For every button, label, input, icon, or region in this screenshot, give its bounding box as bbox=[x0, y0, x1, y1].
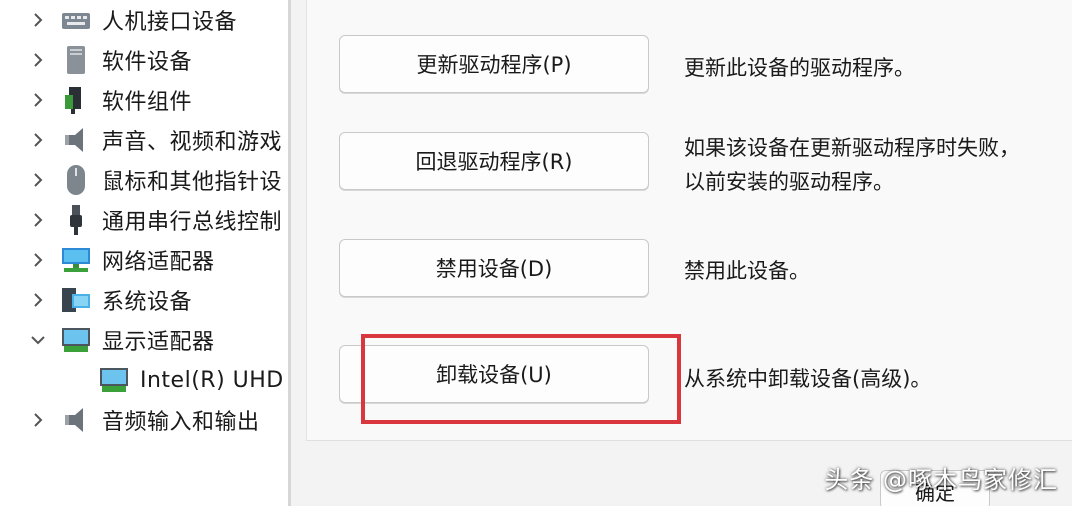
hid-icon bbox=[60, 4, 92, 36]
chevron-right-icon[interactable] bbox=[28, 210, 48, 230]
tree-item-intel-uhd[interactable]: Intel(R) UHD bbox=[0, 360, 290, 400]
tree-item-label: 系统设备 bbox=[102, 290, 193, 315]
tree-item-label: 音频输入和输出 bbox=[102, 410, 260, 435]
chevron-right-icon[interactable] bbox=[28, 250, 48, 270]
tree-item-system-device[interactable]: 系统设备 bbox=[0, 280, 290, 320]
software-component-icon bbox=[60, 84, 92, 116]
chevron-right-icon[interactable] bbox=[28, 170, 48, 190]
chevron-right-icon[interactable] bbox=[28, 10, 48, 30]
tree-item-label: 软件组件 bbox=[102, 90, 193, 115]
network-adapter-icon bbox=[60, 244, 92, 276]
update-driver-button[interactable]: 更新驱动程序(P) bbox=[339, 35, 649, 93]
rollback-driver-button[interactable]: 回退驱动程序(R) bbox=[339, 132, 649, 190]
mouse-icon bbox=[60, 164, 92, 196]
tree-item-label: 通用串行总线控制 bbox=[102, 210, 283, 235]
tree-item-label: Intel(R) UHD bbox=[140, 367, 284, 393]
rollback-driver-description-line2: 以前安装的驱动程序。 bbox=[684, 170, 894, 194]
chevron-right-icon[interactable] bbox=[28, 50, 48, 70]
device-tree: 人机接口设备 软件设备 软件组件 声音、视频和游戏 鼠标和其他指针设 通用串行总… bbox=[0, 0, 290, 506]
tree-item-label: 软件设备 bbox=[102, 50, 193, 75]
speaker-icon bbox=[60, 124, 92, 156]
tree-item-network-adapter[interactable]: 网络适配器 bbox=[0, 240, 290, 280]
rollback-driver-description-line1: 如果该设备在更新驱动程序时失败， bbox=[684, 136, 1020, 160]
highlight-box bbox=[361, 334, 681, 424]
tree-item-usb[interactable]: 通用串行总线控制 bbox=[0, 200, 290, 240]
chevron-right-icon[interactable] bbox=[28, 290, 48, 310]
chevron-right-icon[interactable] bbox=[28, 130, 48, 150]
system-device-icon bbox=[60, 284, 92, 316]
usb-icon bbox=[60, 204, 92, 236]
speaker-icon bbox=[60, 404, 92, 436]
tree-item-mouse[interactable]: 鼠标和其他指针设 bbox=[0, 160, 290, 200]
tree-item-software-device[interactable]: 软件设备 bbox=[0, 40, 290, 80]
uninstall-device-description: 从系统中卸载设备(高级)。 bbox=[684, 367, 932, 391]
chevron-right-icon[interactable] bbox=[28, 410, 48, 430]
tree-item-software-component[interactable]: 软件组件 bbox=[0, 80, 290, 120]
display-adapter-icon bbox=[98, 364, 130, 396]
tree-item-label: 声音、视频和游戏 bbox=[102, 130, 283, 155]
tree-item-label: 网络适配器 bbox=[102, 250, 215, 275]
tree-item-display-adapter[interactable]: 显示适配器 bbox=[0, 320, 290, 360]
disable-device-description: 禁用此设备。 bbox=[684, 259, 810, 283]
tree-item-hid[interactable]: 人机接口设备 bbox=[0, 0, 290, 40]
tree-item-label: 人机接口设备 bbox=[102, 10, 238, 35]
tree-item-sound-video[interactable]: 声音、视频和游戏 bbox=[0, 120, 290, 160]
update-driver-description: 更新此设备的驱动程序。 bbox=[684, 56, 915, 80]
tree-item-label: 鼠标和其他指针设 bbox=[102, 170, 283, 195]
disable-device-button[interactable]: 禁用设备(D) bbox=[339, 239, 649, 297]
tree-item-audio-io[interactable]: 音频输入和输出 bbox=[0, 400, 290, 440]
watermark: 头条 @啄木鸟家修汇 bbox=[824, 465, 1058, 494]
software-device-icon bbox=[60, 44, 92, 76]
display-adapter-icon bbox=[60, 324, 92, 356]
device-manager-window: 人机接口设备 软件设备 软件组件 声音、视频和游戏 鼠标和其他指针设 通用串行总… bbox=[0, 0, 1072, 506]
chevron-right-icon[interactable] bbox=[28, 90, 48, 110]
tree-item-label: 显示适配器 bbox=[102, 330, 215, 355]
chevron-down-icon[interactable] bbox=[28, 330, 48, 350]
